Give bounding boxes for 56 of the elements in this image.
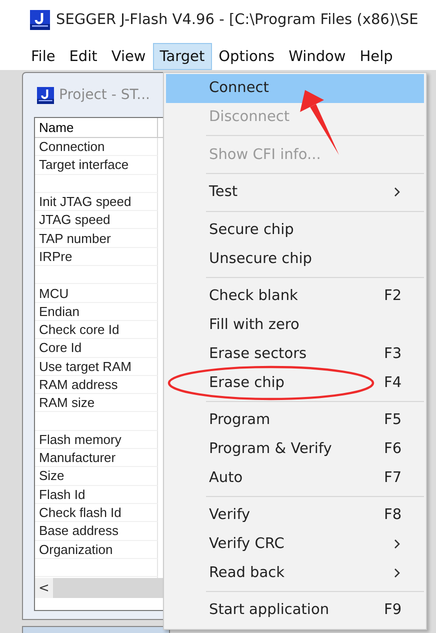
menu-option[interactable]: Erase chip F4 xyxy=(166,368,424,397)
shortcut-label: F7 xyxy=(384,470,403,486)
menu-option[interactable]: Connect xyxy=(166,74,424,103)
scroll-left-button[interactable]: < xyxy=(35,578,53,598)
menu-option[interactable]: Secure chip xyxy=(166,216,424,244)
property-name: Use target RAM xyxy=(38,358,132,374)
shortcut-label: F4 xyxy=(384,374,403,391)
property-name: Core Id xyxy=(38,340,82,356)
app-logo-icon xyxy=(37,86,54,104)
menu-option[interactable]: Test xyxy=(166,178,424,207)
menu-option[interactable]: Check blank F2 xyxy=(166,282,424,311)
property-name: RAM address xyxy=(38,377,118,392)
property-name: Check core Id xyxy=(38,322,120,338)
property-name: Flash memory xyxy=(38,432,122,447)
shortcut-label: F2 xyxy=(384,288,403,304)
menu-option[interactable]: Fill with zero xyxy=(166,310,424,340)
menu-option[interactable]: Auto F7 xyxy=(166,463,424,492)
property-name: RAM size xyxy=(38,395,95,410)
property-name: Connection xyxy=(38,139,105,154)
property-name: JTAG speed xyxy=(38,212,110,228)
shortcut-label: F6 xyxy=(384,440,403,457)
property-name: Size xyxy=(38,468,64,484)
property-name: Flash Id xyxy=(38,486,86,502)
menu-option[interactable]: Unsecure chip xyxy=(166,244,424,274)
property-name: MCU xyxy=(38,286,69,301)
property-name: Base address xyxy=(38,523,118,538)
property-name: IRPre xyxy=(38,248,72,264)
window-title: Project - ST... xyxy=(59,87,150,103)
app-logo-icon xyxy=(30,10,50,30)
menu-item[interactable]: Help xyxy=(352,43,400,70)
menu-option[interactable]: Erase sectors F3 xyxy=(166,340,424,368)
menu-option[interactable]: Verify F8 xyxy=(166,500,424,530)
shortcut-label: F9 xyxy=(384,602,403,618)
property-name: Manufacturer xyxy=(38,450,116,466)
property-name: Init JTAG speed xyxy=(38,194,132,210)
menu-item[interactable]: Target xyxy=(152,43,212,70)
menu-item[interactable]: File xyxy=(24,43,62,70)
window-title: SEGGER J-Flash V4.96 - [C:\Program Files (x86)\SE xyxy=(56,12,418,28)
property-name: Endian xyxy=(38,304,80,319)
property-name: Target interface xyxy=(38,157,129,172)
menu-option[interactable]: Verify CRC xyxy=(166,530,424,558)
shortcut-label: F8 xyxy=(384,507,403,524)
property-name: Check flash Id xyxy=(38,505,122,520)
menu-option[interactable]: Read back xyxy=(166,558,424,587)
shortcut-label: F3 xyxy=(384,346,403,362)
menu-item[interactable]: View xyxy=(104,43,153,70)
menu-item[interactable]: Options xyxy=(212,43,282,70)
horizontal-scrollbar[interactable]: < xyxy=(35,578,166,598)
property-name: TAP number xyxy=(38,230,111,246)
shortcut-label: F5 xyxy=(384,412,403,428)
menu-item[interactable]: Window xyxy=(282,43,353,70)
property-name: Organization xyxy=(38,542,113,557)
menu-option[interactable]: Program F5 xyxy=(166,406,424,435)
menu-item[interactable]: Edit xyxy=(62,43,104,70)
menu-option[interactable]: Start application F9 xyxy=(166,596,424,625)
menu-option[interactable]: Program & Verify F6 xyxy=(166,434,424,464)
